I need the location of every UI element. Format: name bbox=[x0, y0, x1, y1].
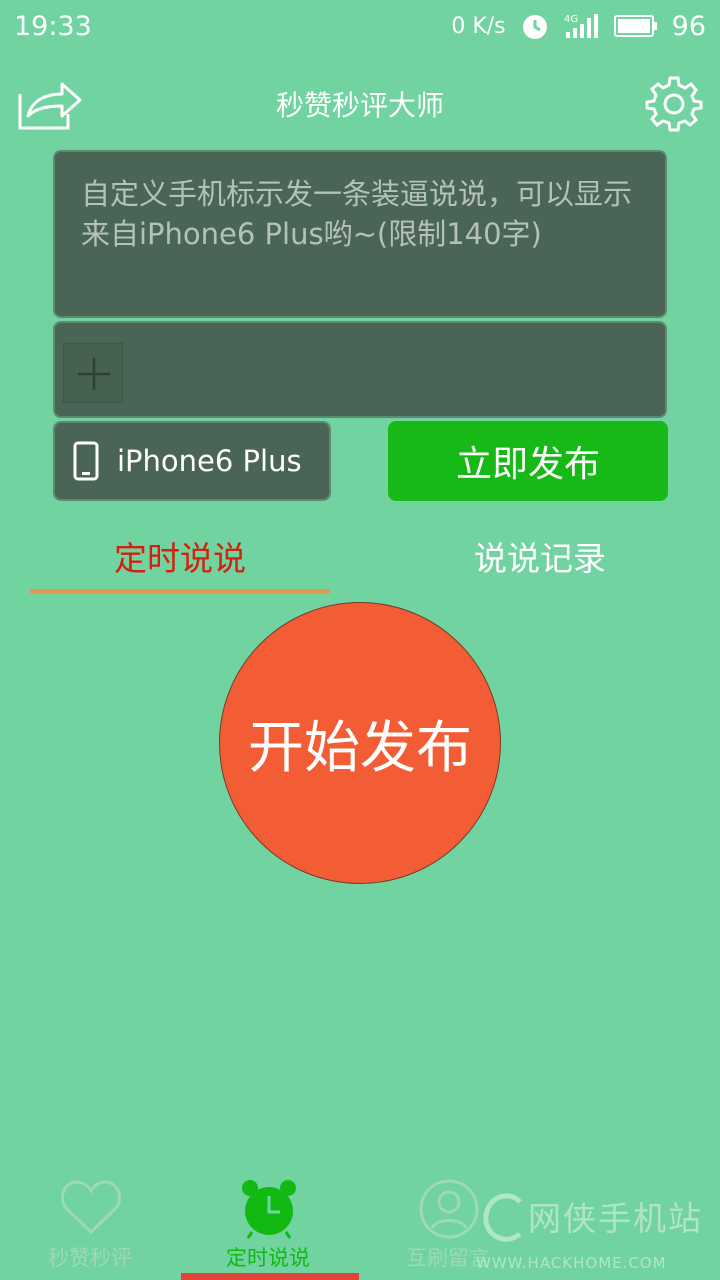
gear-icon bbox=[645, 76, 703, 132]
post-content-input[interactable] bbox=[53, 150, 667, 318]
watermark-title: 网侠手机站 bbox=[528, 1199, 703, 1238]
nav-item-likes[interactable]: 秒赞秒评 bbox=[0, 1172, 180, 1280]
nav-active-indicator bbox=[181, 1273, 359, 1280]
phone-icon bbox=[73, 441, 99, 481]
device-selector[interactable]: iPhone6 Plus bbox=[53, 421, 331, 501]
svg-text:4G: 4G bbox=[564, 14, 578, 25]
watermark-url: WWW.HACKHOME.COM bbox=[476, 1254, 667, 1272]
image-attachment-area bbox=[53, 321, 667, 418]
nav-label-timed-posts: 定时说说 bbox=[226, 1246, 310, 1270]
signal-icon: 4G bbox=[564, 14, 598, 38]
alarm-clock-icon bbox=[242, 1180, 296, 1239]
status-time: 19:33 bbox=[14, 10, 92, 42]
watermark: 网侠手机站 WWW.HACKHOME.COM bbox=[476, 1182, 716, 1278]
battery-icon bbox=[613, 15, 657, 37]
tab-indicator bbox=[30, 589, 330, 594]
app-header: 秒赞秒评大师 bbox=[0, 62, 720, 142]
user-icon bbox=[419, 1179, 479, 1239]
status-bar: 19:33 0 K/s 4G 96 bbox=[0, 0, 720, 52]
heart-icon bbox=[61, 1180, 121, 1235]
tab-scheduled-posts[interactable]: 定时说说 bbox=[30, 532, 330, 582]
net-speed: 0 K/s bbox=[451, 13, 506, 39]
plus-icon bbox=[78, 358, 110, 390]
settings-button[interactable] bbox=[644, 74, 704, 134]
tab-post-records[interactable]: 说说记录 bbox=[390, 532, 690, 582]
status-icons: 0 K/s 4G 96 bbox=[451, 11, 706, 42]
add-image-button[interactable] bbox=[63, 343, 123, 403]
publish-now-button[interactable]: 立即发布 bbox=[388, 421, 668, 501]
start-publish-button[interactable]: 开始发布 bbox=[219, 602, 501, 884]
alarm-icon bbox=[522, 15, 547, 39]
device-label: iPhone6 Plus bbox=[117, 444, 302, 478]
nav-label-likes: 秒赞秒评 bbox=[48, 1246, 132, 1270]
battery-level: 96 bbox=[671, 10, 706, 42]
app-title: 秒赞秒评大师 bbox=[275, 89, 444, 122]
watermark-logo-icon bbox=[483, 1193, 522, 1242]
nav-item-timed-posts[interactable]: 定时说说 bbox=[178, 1172, 358, 1280]
